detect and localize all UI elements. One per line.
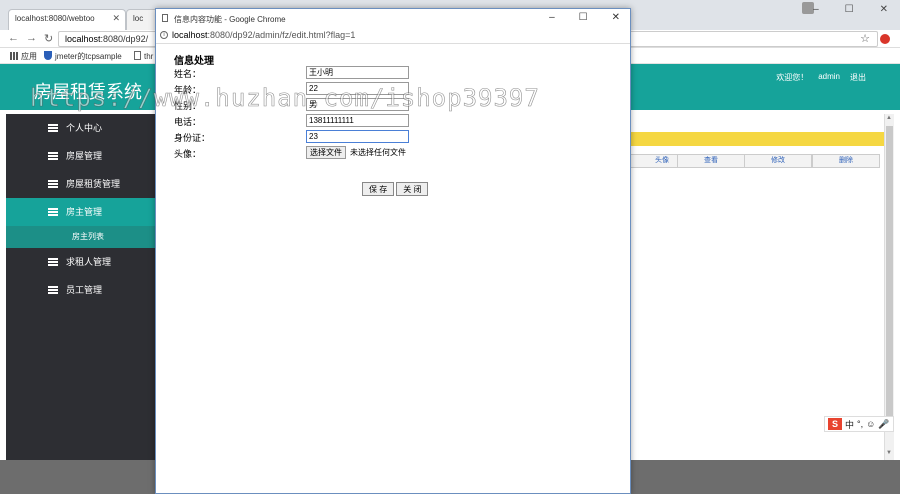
bookmark-star-icon[interactable]: ☆ (860, 32, 870, 45)
file-status-text: 未选择任何文件 (350, 148, 406, 157)
form-title: 信息处理 (174, 56, 214, 67)
form-row-id-card: 身份证： (174, 130, 614, 144)
bookmark-apps[interactable]: 应用 (10, 51, 37, 62)
ime-mode[interactable]: 中 (845, 418, 854, 431)
logout-link[interactable]: 退出 (850, 72, 866, 83)
form-row-phone: 电话： (174, 114, 614, 128)
scroll-down-icon[interactable]: ▼ (886, 450, 892, 456)
popup-titlebar: 信息内容功能 - Google Chrome – ☐ ✕ (156, 9, 630, 28)
page-scrollbar[interactable]: ▲ ▼ (884, 114, 894, 460)
id-card-label: 身份证： (174, 133, 211, 143)
form-actions: 保 存 关 闭 (362, 182, 429, 196)
page-icon (162, 14, 168, 22)
sidebar-item-tenants[interactable]: 求租人管理 (6, 248, 156, 276)
bookmark-jmeter[interactable]: jmeter的tcpsample (44, 51, 122, 62)
name-label: 姓名： (174, 69, 202, 79)
watermark: https://www.huzhan.com/ishop39397 (30, 84, 540, 113)
close-icon[interactable]: ✕ (612, 12, 620, 23)
scroll-thumb[interactable] (886, 126, 893, 426)
address-path: :8080/dp92/ (100, 34, 149, 44)
emoji-icon[interactable]: ☺ (866, 419, 875, 429)
user-name: admin (818, 72, 840, 81)
reload-icon[interactable]: ↻ (44, 32, 53, 45)
tab-1-label: localhost:8080/webtoo (15, 14, 95, 23)
sidebar-item-landlords[interactable]: 房主管理 (6, 198, 156, 226)
sidebar: 个人中心 房屋管理 房屋租赁管理 房主管理 房主列表 求租人管理 员工管理 (6, 114, 156, 460)
window-controls: – ☐ ✕ (813, 4, 888, 15)
phone-label: 电话： (174, 117, 202, 127)
address-host: localhost (65, 34, 101, 44)
browser-tab-1[interactable]: localhost:8080/webtoo ✕ (8, 9, 126, 30)
choose-file-button[interactable]: 选择文件 (306, 146, 346, 159)
close-button[interactable]: 关 闭 (396, 182, 429, 196)
header-user-area: 欢迎您！ admin 退出 (776, 72, 866, 83)
info-icon[interactable]: i (160, 31, 168, 39)
sidebar-item-staff[interactable]: 员工管理 (6, 276, 156, 304)
welcome-text: 欢迎您！ (776, 73, 809, 82)
form-row-avatar: 头像： 选择文件 未选择任何文件 (174, 146, 614, 160)
phone-input[interactable] (306, 114, 409, 127)
minimize-icon[interactable]: – (813, 4, 819, 15)
toolbar-strip (630, 132, 884, 146)
extension-icon[interactable] (880, 34, 890, 44)
page-icon (134, 51, 141, 60)
list-icon (48, 258, 58, 266)
popup-title: 信息内容功能 - Google Chrome (174, 15, 286, 24)
list-icon (48, 286, 58, 294)
sidebar-item-personal[interactable]: 个人中心 (6, 114, 156, 142)
popup-window-controls: – ☐ ✕ (549, 12, 620, 23)
back-icon[interactable]: ← (8, 32, 19, 44)
list-icon (48, 152, 58, 160)
column-header-view: 查看 (677, 154, 745, 168)
sidebar-subitem-landlord-list[interactable]: 房主列表 (6, 226, 156, 248)
popup-address-bar: i localhost:8080/dp92/admin/fz/edit.html… (156, 28, 630, 44)
scroll-up-icon[interactable]: ▲ (886, 115, 892, 121)
name-input[interactable] (306, 66, 409, 79)
column-header-delete: 删除 (812, 154, 880, 168)
edit-popup-window: 信息内容功能 - Google Chrome – ☐ ✕ i localhost… (155, 8, 631, 494)
shield-icon (44, 51, 52, 60)
form-row-name: 姓名： (174, 66, 614, 80)
forward-icon[interactable]: → (26, 32, 37, 44)
punctuation-icon[interactable]: °, (857, 419, 863, 429)
list-icon (48, 124, 58, 132)
microphone-icon[interactable]: 🎤 (878, 419, 889, 430)
tab-close-icon[interactable]: ✕ (112, 13, 120, 24)
popup-url-host: localhost (172, 30, 208, 40)
id-card-input[interactable] (306, 130, 409, 143)
ime-toolbar[interactable]: S 中 °, ☺ 🎤 (824, 416, 894, 432)
bookmark-thr[interactable]: thr (134, 51, 153, 61)
list-icon (48, 180, 58, 188)
sidebar-item-rentals[interactable]: 房屋租赁管理 (6, 170, 156, 198)
popup-url-path: :8080/dp92/admin/fz/edit.html?flag=1 (207, 30, 356, 40)
list-icon (48, 208, 58, 216)
maximize-icon[interactable]: ☐ (579, 12, 588, 23)
maximize-icon[interactable]: ☐ (845, 4, 854, 15)
column-header-edit: 修改 (744, 154, 812, 168)
minimize-icon[interactable]: – (549, 12, 555, 23)
avatar-label: 头像： (174, 149, 202, 159)
apps-icon (10, 52, 18, 60)
tab-2-label: loc (133, 14, 144, 23)
save-button[interactable]: 保 存 (362, 182, 395, 196)
close-icon[interactable]: ✕ (880, 4, 888, 15)
sidebar-item-houses[interactable]: 房屋管理 (6, 142, 156, 170)
sogou-icon: S (828, 418, 842, 430)
